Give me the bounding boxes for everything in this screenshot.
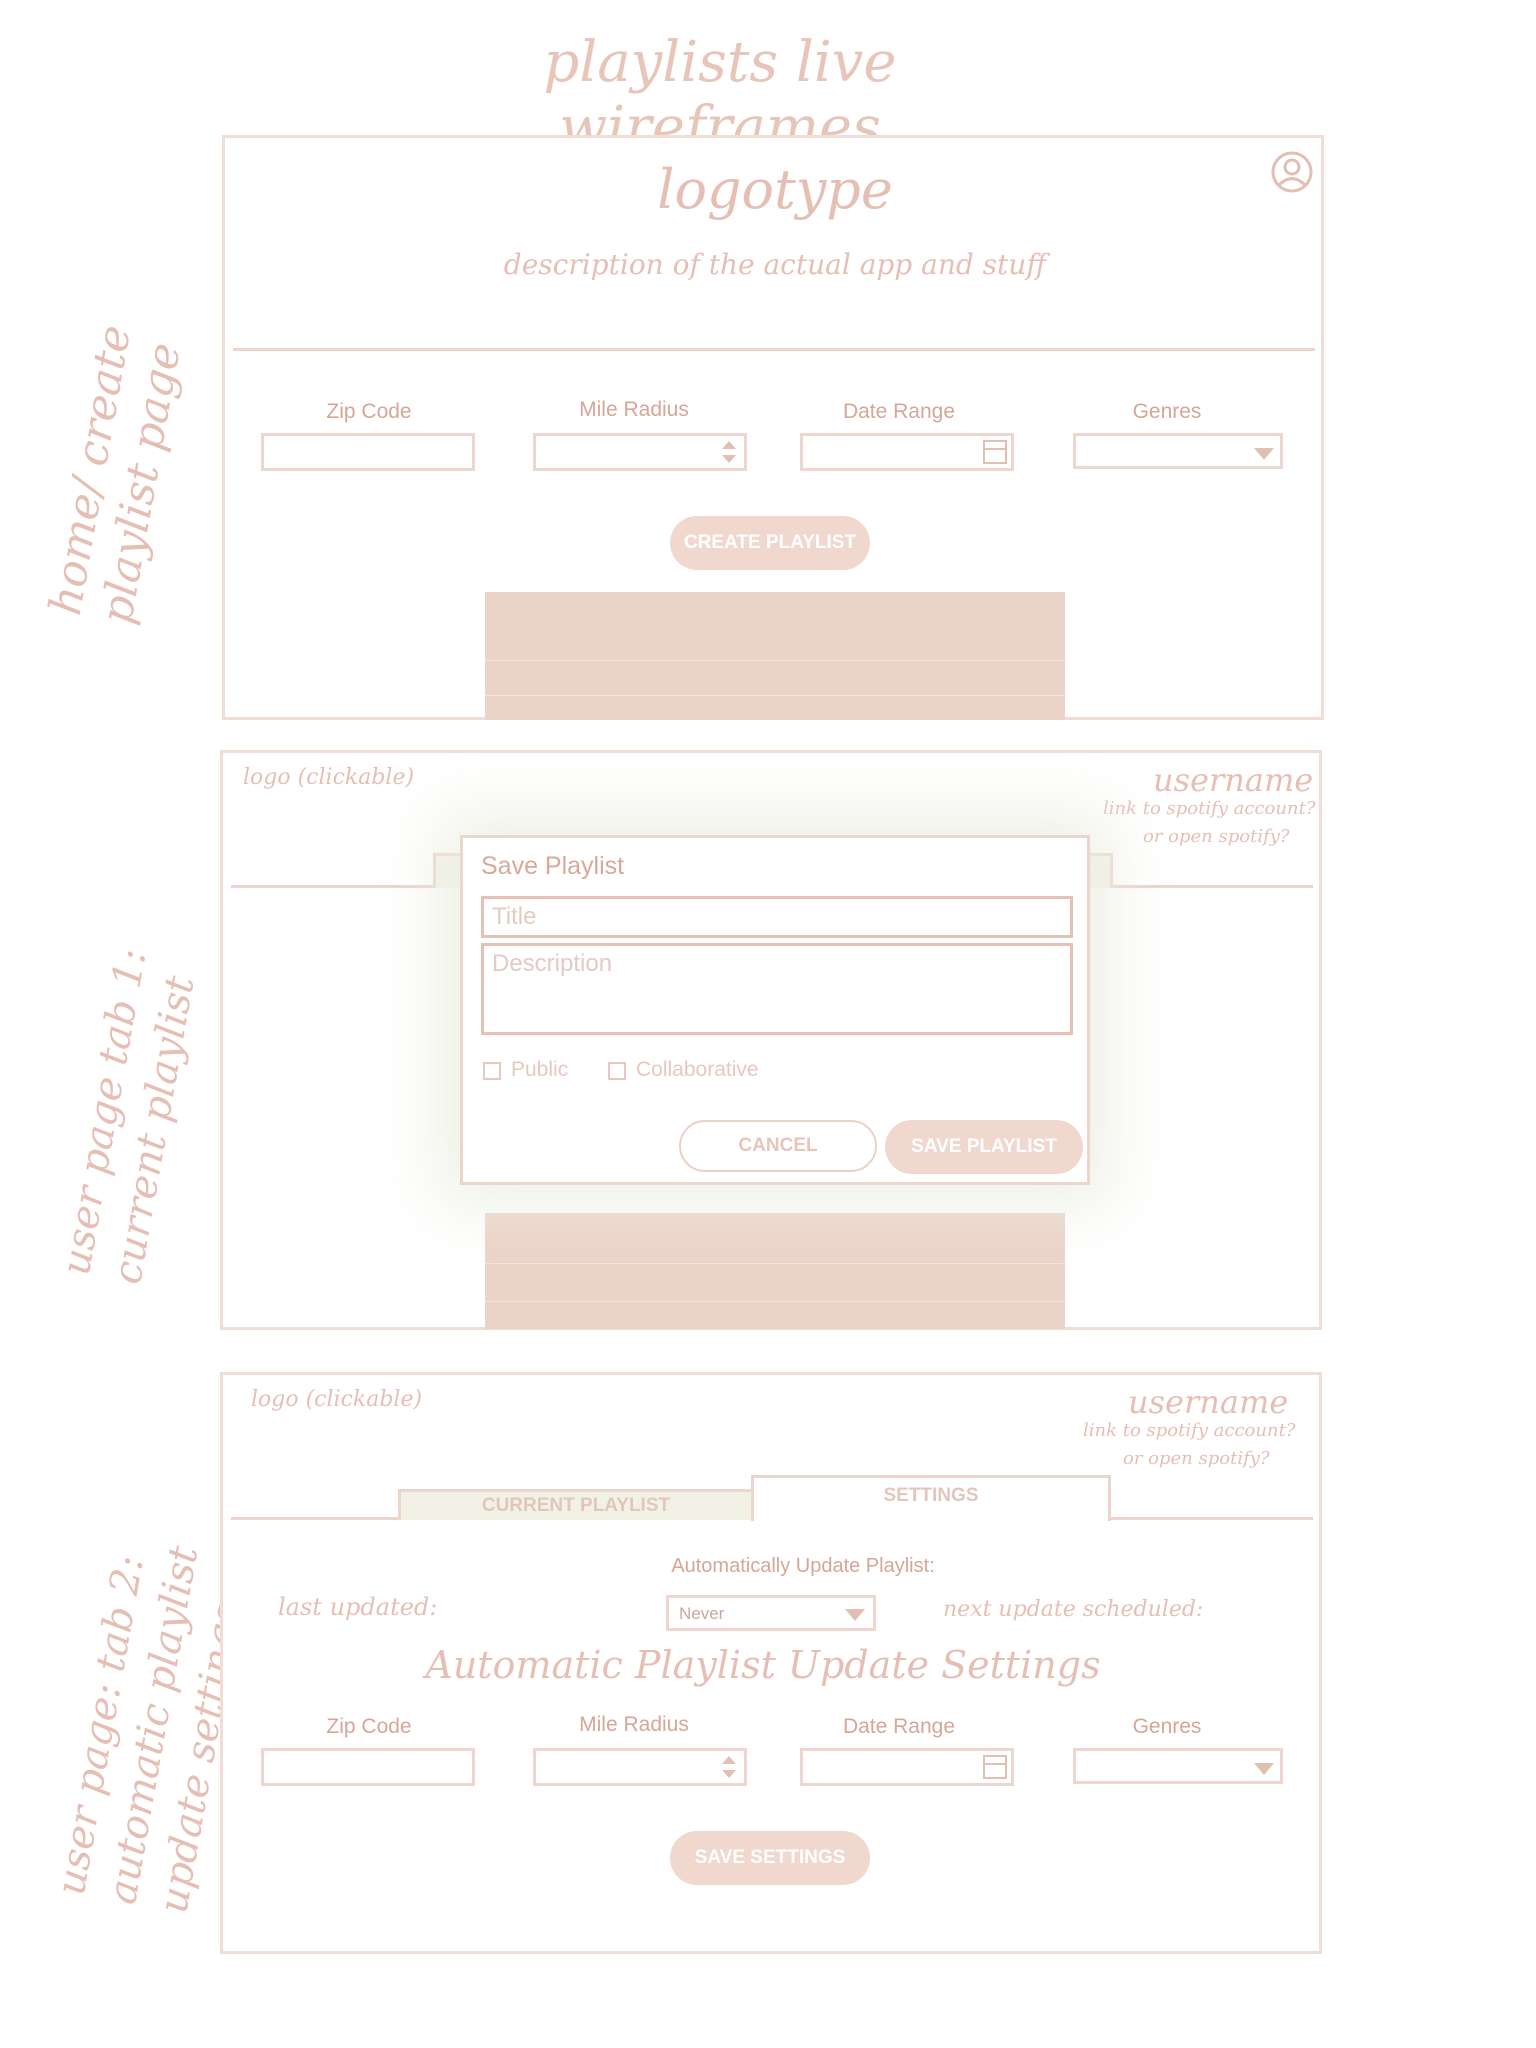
username-note-2: or open spotify? [1143, 826, 1290, 847]
chevron-down-icon [1254, 1763, 1274, 1775]
genres-select[interactable] [1073, 1748, 1283, 1784]
date-input[interactable] [800, 1748, 1014, 1786]
create-playlist-button[interactable]: CREATE PLAYLIST [670, 516, 870, 570]
genres-select[interactable] [1073, 433, 1283, 469]
calendar-icon[interactable] [983, 440, 1007, 464]
save-settings-button[interactable]: SAVE SETTINGS [670, 1831, 870, 1885]
playlist-results-block [485, 592, 1065, 720]
public-checkbox[interactable] [483, 1062, 501, 1080]
auto-update-label: Automatically Update Playlist: [671, 1555, 935, 1577]
divider [233, 348, 1315, 351]
save-playlist-modal: Save Playlist Title Description Public C… [460, 835, 1090, 1185]
settings-frame: logo (clickable) username link to spotif… [220, 1372, 1322, 1954]
collaborative-label: Collaborative [636, 1058, 759, 1081]
section-heading: Automatic Playlist Update Settings [425, 1643, 1101, 1687]
username-note-1: link to spotify account? [1083, 1420, 1296, 1441]
note-home: home/ create playlist page [40, 321, 191, 628]
next-update: next update scheduled: [943, 1597, 1204, 1622]
stepper-arrows-icon[interactable] [722, 441, 736, 463]
calendar-icon[interactable] [983, 1755, 1007, 1779]
description-field[interactable]: Description [481, 943, 1073, 1035]
home-frame: logotype description of the actual app a… [222, 135, 1324, 720]
cancel-button[interactable]: CANCEL [679, 1120, 877, 1172]
save-playlist-button[interactable]: SAVE PLAYLIST [885, 1120, 1083, 1174]
username-note-2: or open spotify? [1123, 1448, 1270, 1469]
zip-label: Zip Code [326, 400, 412, 423]
username[interactable]: username [1128, 1383, 1288, 1421]
mile-stepper[interactable] [533, 1748, 747, 1786]
note-user-tab1: user page tab 1: current playlist [52, 945, 204, 1288]
username[interactable]: username [1153, 761, 1313, 799]
public-label: Public [511, 1058, 569, 1081]
zip-input[interactable] [261, 433, 475, 471]
modal-title: Save Playlist [481, 852, 625, 880]
logotype: logotype [657, 158, 893, 221]
date-label: Date Range [842, 400, 956, 423]
date-label: Date Range [842, 1715, 956, 1738]
date-input[interactable] [800, 433, 1014, 471]
mile-label: Mile Radius [579, 1713, 689, 1736]
chevron-down-icon [1254, 448, 1274, 460]
user-circle-icon[interactable] [1270, 150, 1314, 194]
chevron-down-icon [845, 1609, 865, 1621]
genres-label: Genres [1132, 1715, 1202, 1738]
genres-label: Genres [1132, 400, 1202, 423]
last-updated: last updated: [278, 1593, 438, 1621]
stepper-arrows-icon[interactable] [722, 1756, 736, 1778]
auto-update-select[interactable]: Never [666, 1595, 876, 1631]
logo-link[interactable]: logo (clickable) [251, 1387, 422, 1412]
playlist-results-block [485, 1213, 1065, 1329]
title-field[interactable]: Title [481, 896, 1073, 938]
username-note-1: link to spotify account? [1103, 798, 1316, 819]
tab-current-playlist[interactable]: CURRENT PLAYLIST [398, 1489, 754, 1520]
mile-stepper[interactable] [533, 433, 747, 471]
auto-update-value: Never [679, 1604, 725, 1623]
tab-settings[interactable]: SETTINGS [751, 1475, 1111, 1521]
logo-link[interactable]: logo (clickable) [243, 765, 414, 790]
collaborative-checkbox[interactable] [608, 1062, 626, 1080]
zip-label: Zip Code [326, 1715, 412, 1738]
mile-label: Mile Radius [579, 398, 689, 421]
zip-input[interactable] [261, 1748, 475, 1786]
app-description: description of the actual app and stuff [503, 248, 1047, 281]
